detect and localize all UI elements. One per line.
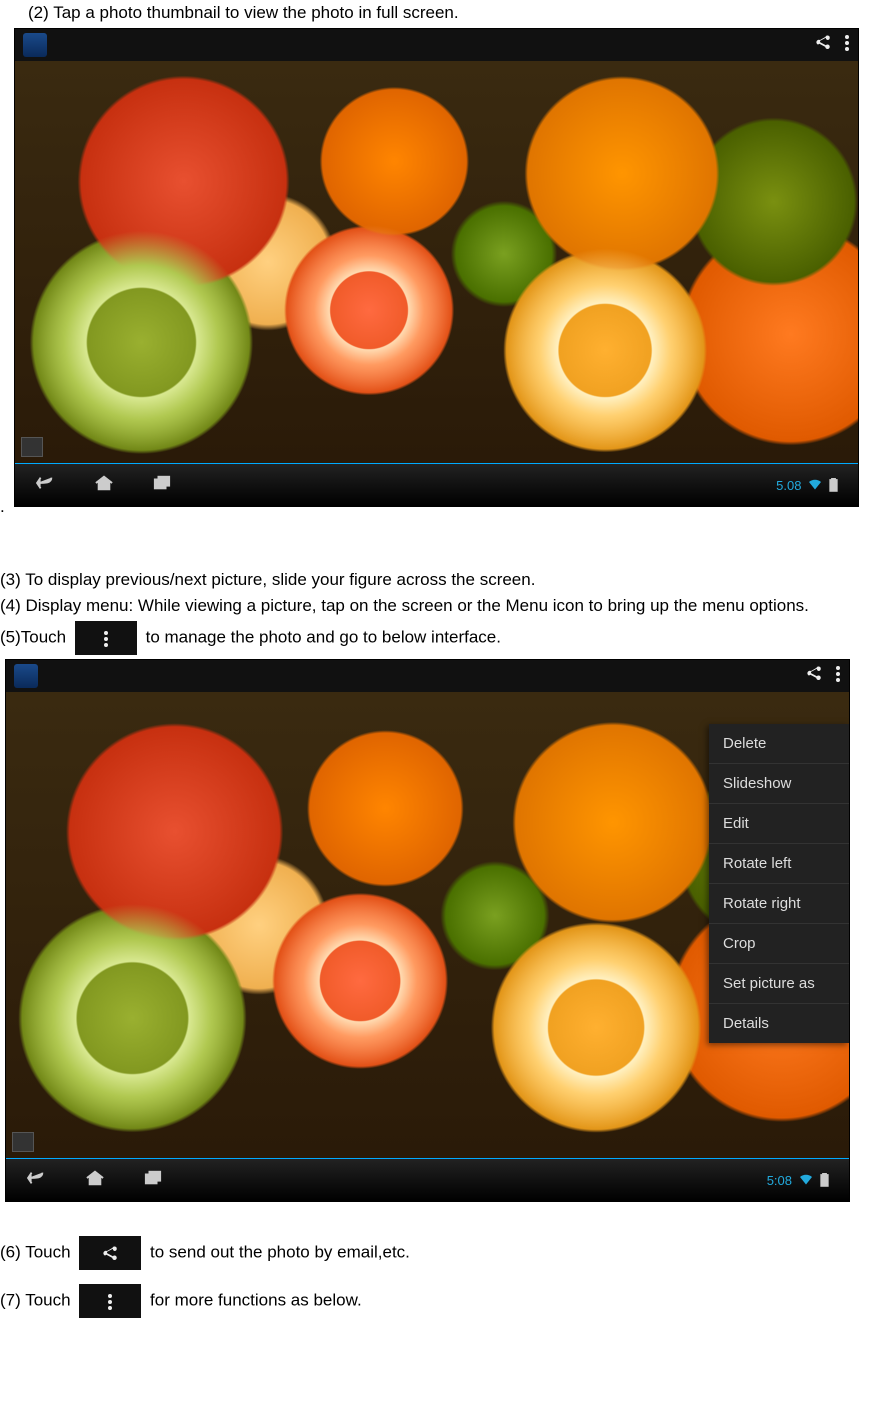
menu-item-set-picture-as[interactable]: Set picture as	[709, 964, 849, 1004]
back-icon-2[interactable]	[26, 1169, 48, 1192]
wifi-icon	[807, 479, 823, 491]
menu-item-edit[interactable]: Edit	[709, 804, 849, 844]
menu-item-details[interactable]: Details	[709, 1004, 849, 1043]
battery-icon-2	[820, 1173, 829, 1187]
inline-menu-dots-icon[interactable]	[75, 621, 137, 655]
step-5-before: (5)Touch	[0, 628, 66, 647]
menu-item-crop[interactable]: Crop	[709, 924, 849, 964]
photo-viewport[interactable]	[15, 61, 858, 463]
wifi-icon-2	[798, 1174, 814, 1186]
photo-top-bar	[15, 29, 858, 61]
system-nav-bar: 5.08	[15, 463, 858, 506]
step-3-text: (3) To display previous/next picture, sl…	[0, 567, 891, 593]
filmstrip-icon[interactable]	[21, 437, 43, 457]
menu-item-rotate-right[interactable]: Rotate right	[709, 884, 849, 924]
step-6-line: (6) Touch to send out the photo by email…	[0, 1234, 891, 1272]
photo-viewport-2[interactable]: Delete Slideshow Edit Rotate left Rotate…	[6, 692, 849, 1158]
recent-apps-icon-2[interactable]	[142, 1169, 164, 1192]
menu-dots-icon-2[interactable]	[835, 665, 841, 688]
step-7-before: (7) Touch	[0, 1291, 75, 1310]
screenshot-2: Delete Slideshow Edit Rotate left Rotate…	[5, 659, 886, 1202]
inline-share-icon[interactable]	[79, 1236, 141, 1270]
gallery-app-icon-2[interactable]	[14, 664, 38, 688]
home-icon[interactable]	[93, 474, 115, 497]
step-7-after: for more functions as below.	[150, 1291, 362, 1310]
photo-context-menu: Delete Slideshow Edit Rotate left Rotate…	[709, 724, 849, 1043]
back-icon[interactable]	[35, 474, 57, 497]
step-5-line: (5)Touch to manage the photo and go to b…	[0, 619, 891, 657]
step-6-after: to send out the photo by email,etc.	[150, 1243, 410, 1262]
photo-top-bar-2	[6, 660, 849, 692]
battery-icon	[829, 478, 838, 492]
share-icon[interactable]	[814, 34, 832, 57]
menu-dots-icon[interactable]	[844, 34, 850, 57]
step-2-text: (2) Tap a photo thumbnail to view the ph…	[0, 0, 891, 26]
share-icon-2[interactable]	[805, 665, 823, 688]
screenshot-1: 5.08	[14, 28, 859, 507]
step-4-text: (4) Display menu: While viewing a pictur…	[0, 593, 891, 619]
recent-apps-icon[interactable]	[151, 474, 173, 497]
step-6-before: (6) Touch	[0, 1243, 75, 1262]
system-nav-bar-2: 5:08	[6, 1158, 849, 1201]
menu-item-slideshow[interactable]: Slideshow	[709, 764, 849, 804]
fruit-photo	[15, 61, 858, 463]
step-5-after: to manage the photo and go to below inte…	[146, 628, 501, 647]
step-7-line: (7) Touch for more functions as below.	[0, 1282, 891, 1320]
home-icon-2[interactable]	[84, 1169, 106, 1192]
status-time-2: 5:08	[767, 1173, 792, 1188]
gallery-app-icon[interactable]	[23, 33, 47, 57]
menu-item-rotate-left[interactable]: Rotate left	[709, 844, 849, 884]
status-time: 5.08	[776, 478, 801, 493]
inline-menu-dots-icon-2[interactable]	[79, 1284, 141, 1318]
filmstrip-icon-2[interactable]	[12, 1132, 34, 1152]
leading-dot: .	[0, 497, 5, 516]
menu-item-delete[interactable]: Delete	[709, 724, 849, 764]
